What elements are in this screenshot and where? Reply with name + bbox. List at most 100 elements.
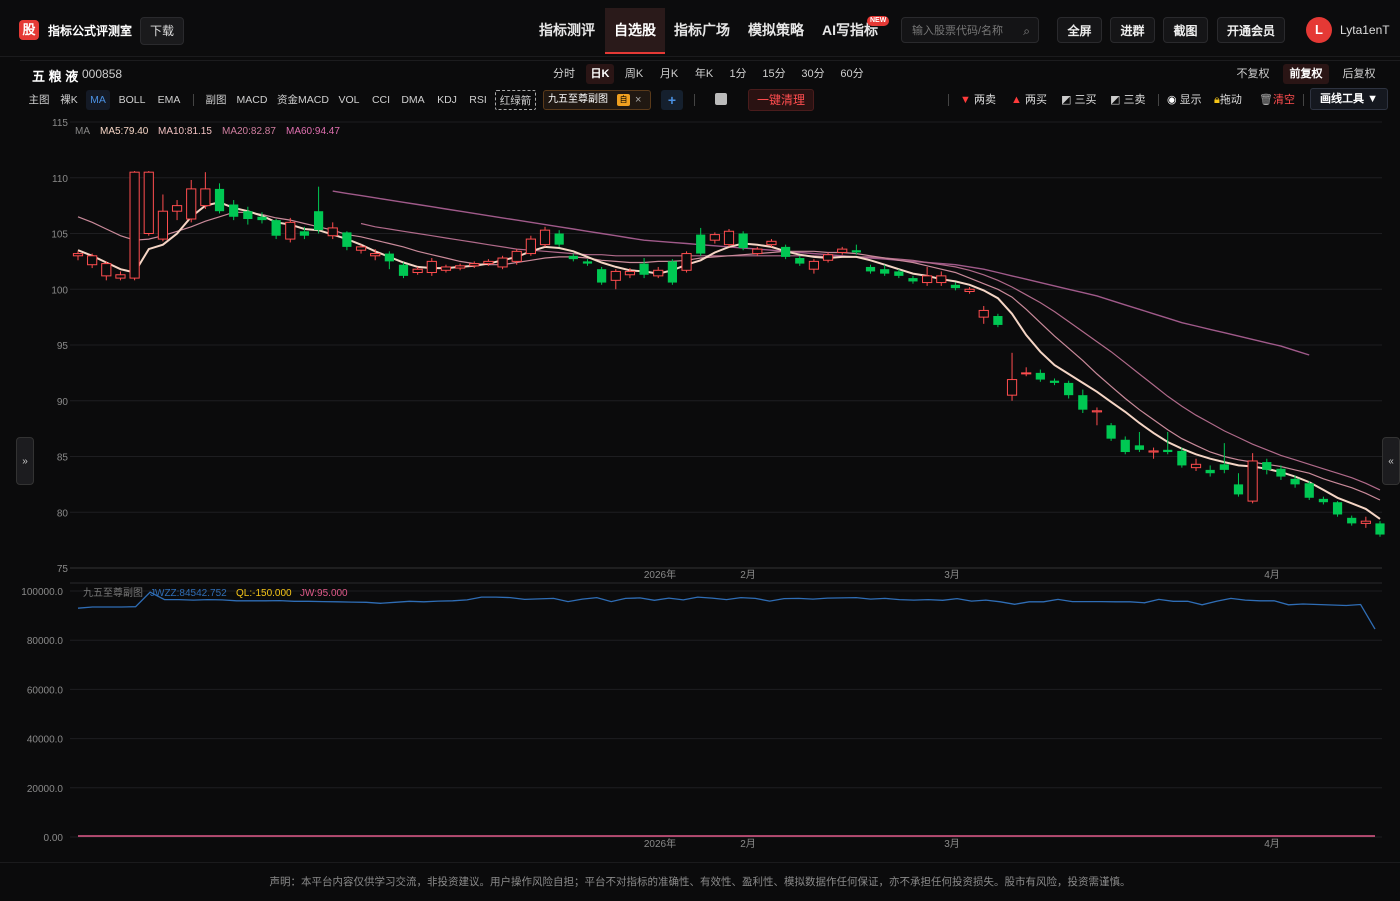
candle[interactable]	[1247, 453, 1258, 504]
candle[interactable]	[243, 206, 253, 225]
candle[interactable]	[993, 313, 1003, 328]
candle[interactable]	[1205, 465, 1215, 477]
candle-body-down	[851, 250, 861, 253]
candle[interactable]	[597, 266, 607, 285]
candle[interactable]	[72, 251, 84, 261]
candle[interactable]	[1190, 458, 1202, 471]
candle[interactable]	[229, 200, 239, 221]
candle[interactable]	[1148, 447, 1159, 459]
candle[interactable]	[1332, 501, 1343, 517]
disclaimer: 声明：本平台内容仅供学习交流，非投资建议。用户操作风险自担；平台不对指标的准确性…	[0, 862, 1400, 901]
candle[interactable]	[455, 263, 466, 271]
candle[interactable]	[1262, 458, 1272, 475]
candle[interactable]	[1360, 516, 1371, 528]
candle-body-down	[1318, 498, 1328, 503]
candle[interactable]	[1064, 380, 1074, 399]
candle-body-down	[384, 253, 394, 262]
candle[interactable]	[101, 261, 112, 281]
candle[interactable]	[795, 255, 805, 266]
candle[interactable]	[696, 227, 706, 256]
candle[interactable]	[157, 194, 169, 242]
candle[interactable]	[653, 266, 664, 279]
candle-body-up	[723, 230, 735, 246]
candle[interactable]	[808, 259, 820, 274]
candle[interactable]	[186, 179, 197, 223]
candle[interactable]	[426, 258, 437, 276]
candle[interactable]	[539, 226, 551, 247]
candle[interactable]	[936, 271, 947, 286]
date-axis: 2026年 2月 3月 4月	[644, 568, 1280, 581]
candle[interactable]	[1347, 515, 1357, 526]
candle[interactable]	[582, 259, 593, 266]
candle[interactable]	[964, 287, 975, 294]
candle-body-down	[1120, 439, 1130, 453]
jw-legend: JW:95.000	[300, 588, 348, 599]
candle-body-up	[766, 240, 777, 246]
candle[interactable]	[1006, 352, 1018, 401]
candle-body-up	[1190, 463, 1202, 469]
candle[interactable]	[1134, 431, 1145, 453]
candle[interactable]	[1035, 369, 1045, 382]
candle[interactable]	[723, 229, 735, 247]
ma5-legend: MA5:79.40	[100, 126, 149, 137]
candle-body-down	[597, 269, 607, 283]
candle[interactable]	[1078, 389, 1088, 414]
candle[interactable]	[610, 269, 621, 290]
candle-body-down	[639, 263, 649, 275]
candle[interactable]	[440, 264, 452, 273]
candle[interactable]	[1106, 423, 1116, 441]
candle[interactable]	[922, 266, 933, 286]
candle[interactable]	[115, 271, 126, 281]
candle[interactable]	[709, 232, 720, 244]
candle[interactable]	[568, 253, 578, 262]
candle-body-up	[1148, 450, 1159, 453]
candle[interactable]	[129, 171, 140, 281]
expand-left-icon[interactable]: »	[16, 437, 34, 485]
collapse-right-icon[interactable]: «	[1382, 437, 1400, 485]
kline-chart[interactable]: 115 110 105 100 95 90 85 80 75 2026年 2月 3月 4月 10000…	[0, 0, 1400, 862]
candle[interactable]	[1120, 436, 1130, 455]
candle[interactable]	[398, 262, 409, 279]
candle[interactable]	[1219, 443, 1229, 474]
candle[interactable]	[908, 275, 918, 284]
candle-body-down	[1177, 450, 1187, 466]
candle[interactable]	[285, 217, 296, 243]
candle[interactable]	[1375, 521, 1385, 537]
candle[interactable]	[384, 251, 394, 270]
candle[interactable]	[87, 253, 98, 269]
candle-body-up	[355, 246, 367, 251]
candle[interactable]	[313, 186, 324, 234]
candle-body-up	[115, 274, 126, 279]
candle[interactable]	[837, 246, 848, 255]
candle-body-down	[993, 316, 1003, 325]
candle[interactable]	[525, 235, 536, 256]
ma60-legend: MA60:94.47	[286, 126, 340, 137]
sub-y-tick-label: 20000.0	[27, 784, 64, 795]
candle[interactable]	[865, 264, 876, 274]
y-tick-label: 100	[51, 285, 68, 296]
sub-chart-lines	[77, 591, 1376, 837]
candle[interactable]	[143, 171, 154, 236]
candle[interactable]	[781, 244, 791, 260]
candle[interactable]	[738, 231, 748, 251]
candle[interactable]	[1021, 367, 1032, 377]
candles	[72, 171, 1385, 537]
candle[interactable]	[639, 258, 649, 279]
candle[interactable]	[1304, 481, 1314, 500]
candle[interactable]	[171, 200, 183, 221]
candle[interactable]	[978, 305, 989, 324]
candle[interactable]	[469, 261, 480, 269]
candle[interactable]	[1318, 496, 1328, 505]
candle-body-down	[738, 233, 748, 248]
candle[interactable]	[271, 219, 281, 240]
candle[interactable]	[667, 259, 677, 285]
candle[interactable]	[1091, 407, 1103, 426]
candle[interactable]	[342, 231, 352, 251]
candle[interactable]	[1049, 378, 1060, 386]
candle-body-up	[752, 248, 763, 255]
candle[interactable]	[497, 255, 508, 270]
candle[interactable]	[681, 251, 692, 273]
candle[interactable]	[1233, 473, 1244, 497]
candle[interactable]	[214, 183, 225, 214]
candle[interactable]	[554, 230, 564, 247]
